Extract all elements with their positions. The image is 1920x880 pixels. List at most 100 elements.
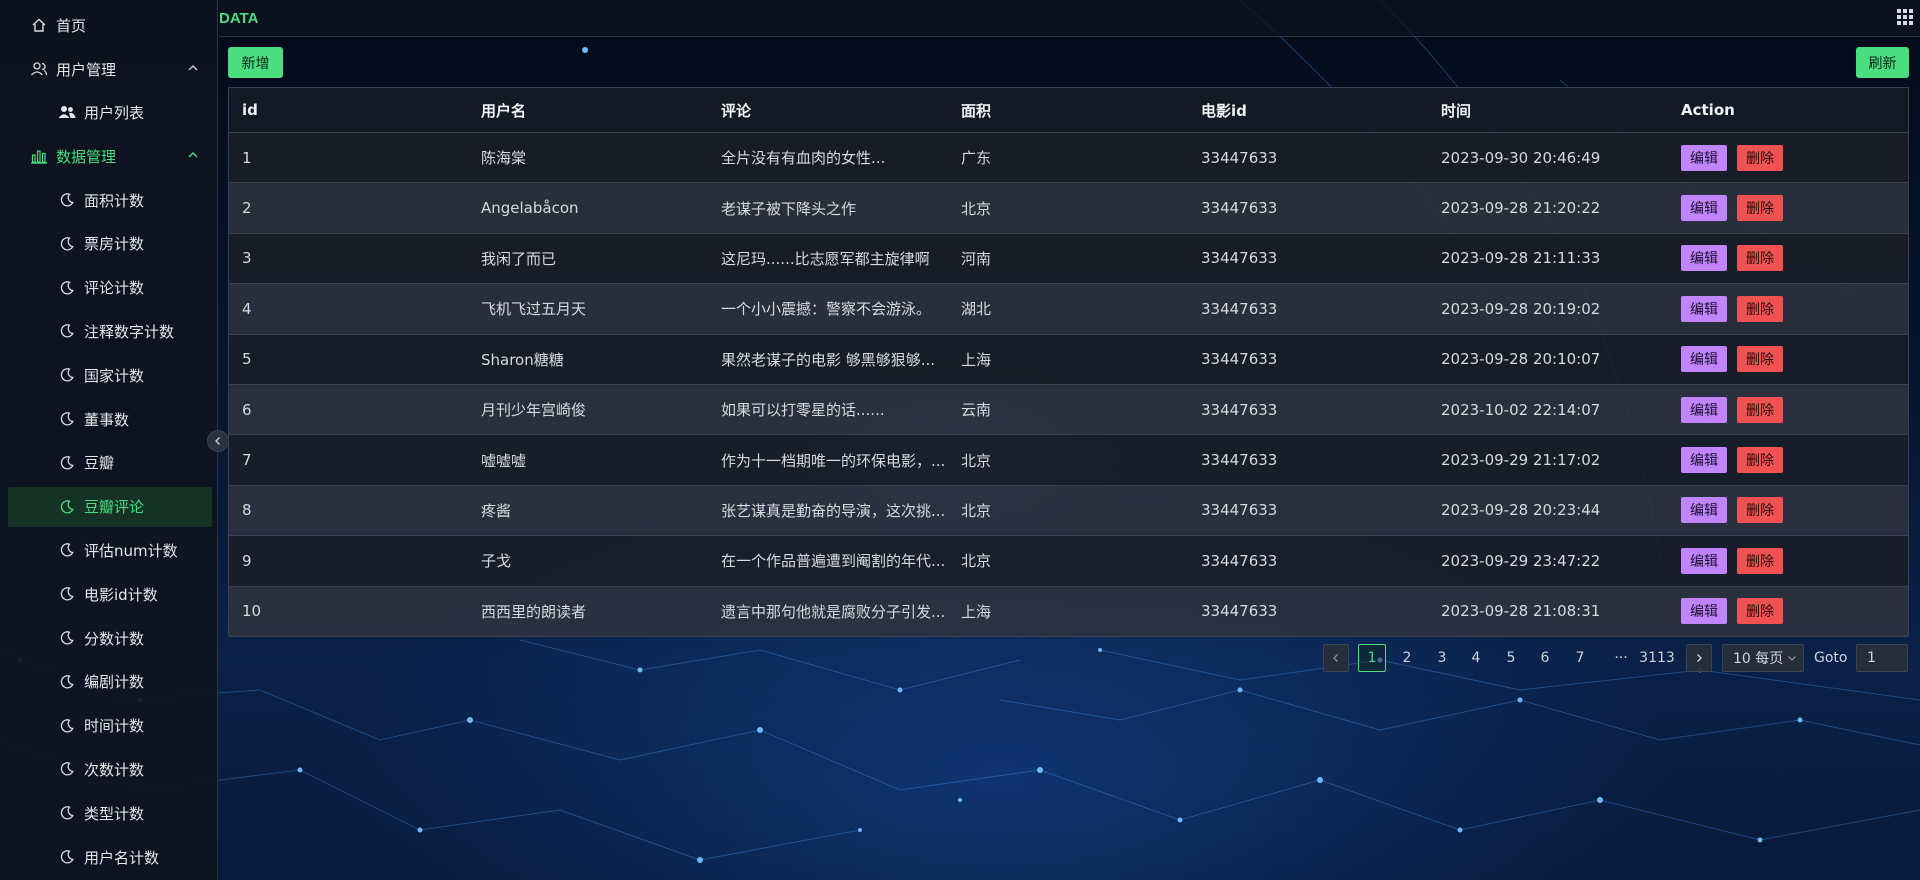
sidebar-group-user-management[interactable]: 用户管理 [0, 49, 218, 89]
add-button[interactable]: 新增 [228, 47, 283, 78]
prev-page-button[interactable] [1323, 644, 1349, 672]
table-cell: 33447633 [1201, 451, 1278, 470]
sidebar-item-label: 国家计数 [84, 366, 145, 385]
sidebar-item-1[interactable]: 票房计数 [0, 224, 218, 264]
delete-button[interactable]: 删除 [1737, 295, 1783, 322]
delete-button[interactable]: 删除 [1737, 144, 1783, 171]
sidebar-item-label: 类型计数 [84, 804, 145, 823]
page-button[interactable]: 3 [1428, 644, 1456, 672]
table-cell: 我闲了而已 [481, 249, 557, 268]
refresh-button[interactable]: 刷新 [1856, 47, 1909, 78]
next-page-button[interactable] [1686, 644, 1712, 672]
sidebar-item-label: 时间计数 [84, 717, 145, 736]
sidebar-item-15[interactable]: 用户名计数 [0, 837, 218, 877]
moon-icon [58, 235, 76, 253]
sidebar-group-data-management[interactable]: 数据管理 [0, 136, 218, 176]
sidebar-item-2[interactable]: 评论计数 [0, 268, 218, 308]
row-actions: 编辑 删除 [1681, 133, 1901, 182]
table-cell: 在一个作品普遍遭到阉割的年代... [721, 552, 946, 571]
edit-button[interactable]: 编辑 [1681, 245, 1727, 272]
sidebar-item-8[interactable]: 评估num计数 [0, 530, 218, 570]
table-row: 9 子戈 在一个作品普遍遭到阉割的年代... 北京 33447633 2023-09-29… [229, 536, 1908, 587]
table-cell: 3 [242, 249, 252, 268]
page-button[interactable]: 7 [1566, 644, 1594, 672]
page-button[interactable]: 1 [1358, 644, 1386, 672]
sidebar-item-12[interactable]: 时间计数 [0, 706, 218, 746]
delete-button[interactable]: 删除 [1737, 497, 1783, 524]
table-cell: 33447633 [1201, 400, 1278, 419]
table-row: 4 飞机飞过五月天 一个小小震撼：警察不会游泳。 湖北 33447633 2023-09-… [229, 284, 1908, 335]
column-header: 评论 [721, 101, 752, 120]
sidebar-item-user-list[interactable]: 用户列表 [0, 92, 218, 132]
sidebar-item-5[interactable]: 董事数 [0, 399, 218, 439]
edit-button[interactable]: 编辑 [1681, 598, 1727, 625]
sidebar-item-label: 注释数字计数 [84, 322, 175, 341]
table-row: 7 嘘嘘嘘 作为十一档期唯一的环保电影，... 北京 33447633 2023-09-2… [229, 435, 1908, 486]
sidebar-item-home[interactable]: 首页 [0, 5, 218, 45]
goto-page-input[interactable]: 1 [1856, 644, 1908, 672]
page-button[interactable]: 6 [1531, 644, 1559, 672]
sidebar-item-4[interactable]: 国家计数 [0, 355, 218, 395]
delete-button[interactable]: 删除 [1737, 346, 1783, 373]
moon-icon [58, 322, 76, 340]
edit-button[interactable]: 编辑 [1681, 447, 1727, 474]
table-cell: 这尼玛......比志愿军都主旋律啊 [721, 249, 930, 268]
table-cell: 33447633 [1201, 501, 1278, 520]
data-table: id 用户名 评论 面积 电影id 时间 Action 1 陈海棠 全片没有有血肉的… [228, 87, 1909, 637]
table-cell: 老谋子被下降头之作 [721, 199, 857, 218]
sidebar-item-9[interactable]: 电影id计数 [0, 574, 218, 614]
page-button[interactable]: 4 [1462, 644, 1490, 672]
sidebar-item-label: 数据管理 [56, 147, 117, 166]
edit-button[interactable]: 编辑 [1681, 547, 1727, 574]
delete-button[interactable]: 删除 [1737, 396, 1783, 423]
page-button[interactable]: 3113 [1636, 644, 1678, 672]
moon-icon [58, 848, 76, 866]
table-row: 8 疼酱 张艺谋真是勤奋的导演，这次挑... 北京 33447633 2023-09-28… [229, 485, 1908, 537]
sidebar-item-3[interactable]: 注释数字计数 [0, 311, 218, 351]
page-size-select[interactable]: 10 每页 [1722, 644, 1804, 672]
edit-button[interactable]: 编辑 [1681, 396, 1727, 423]
table-cell: 5 [242, 350, 252, 369]
page-button[interactable]: 5 [1497, 644, 1525, 672]
row-actions: 编辑 删除 [1681, 335, 1901, 384]
delete-button[interactable]: 删除 [1737, 245, 1783, 272]
edit-button[interactable]: 编辑 [1681, 144, 1727, 171]
page-button[interactable]: 2 [1393, 644, 1421, 672]
table-cell: 上海 [961, 350, 992, 369]
moon-icon [58, 760, 76, 778]
delete-button[interactable]: 删除 [1737, 547, 1783, 574]
row-actions: 编辑 删除 [1681, 284, 1901, 333]
sidebar-item-7[interactable]: 豆瓣评论 [8, 486, 212, 527]
column-header: Action [1681, 101, 1735, 119]
edit-button[interactable]: 编辑 [1681, 497, 1727, 524]
chevron-left-icon [215, 437, 220, 445]
app-grid-icon[interactable] [1896, 8, 1914, 26]
row-actions: 编辑 删除 [1681, 385, 1901, 434]
table-cell: 2023-09-28 21:11:33 [1441, 249, 1601, 268]
edit-button[interactable]: 编辑 [1681, 295, 1727, 322]
table-cell: 云南 [961, 401, 992, 420]
edit-button[interactable]: 编辑 [1681, 346, 1727, 373]
column-header: 电影id [1201, 101, 1247, 120]
table-cell: 9 [242, 551, 252, 570]
chevron-right-icon [1697, 654, 1702, 662]
table-cell: 一个小小震撼：警察不会游泳。 [721, 300, 932, 319]
table-cell: Angelabåcon [481, 199, 579, 218]
sidebar-item-label: 豆瓣 [84, 454, 115, 473]
table-cell: 2023-10-02 22:14:07 [1441, 400, 1601, 419]
collapse-sidebar-button[interactable] [207, 430, 229, 452]
delete-button[interactable]: 删除 [1737, 598, 1783, 625]
table-cell: 33447633 [1201, 249, 1278, 268]
sidebar-item-14[interactable]: 类型计数 [0, 793, 218, 833]
table-cell: 陈海棠 [481, 149, 527, 168]
sidebar-item-13[interactable]: 次数计数 [0, 749, 218, 789]
sidebar-item-label: 评论计数 [84, 279, 145, 298]
sidebar-item-0[interactable]: 面积计数 [0, 180, 218, 220]
sidebar-item-label: 面积计数 [84, 191, 145, 210]
sidebar-item-6[interactable]: 豆瓣 [0, 443, 218, 483]
delete-button[interactable]: 删除 [1737, 447, 1783, 474]
edit-button[interactable]: 编辑 [1681, 195, 1727, 222]
chevron-left-icon [1333, 654, 1338, 662]
delete-button[interactable]: 删除 [1737, 195, 1783, 222]
row-actions: 编辑 删除 [1681, 234, 1901, 283]
